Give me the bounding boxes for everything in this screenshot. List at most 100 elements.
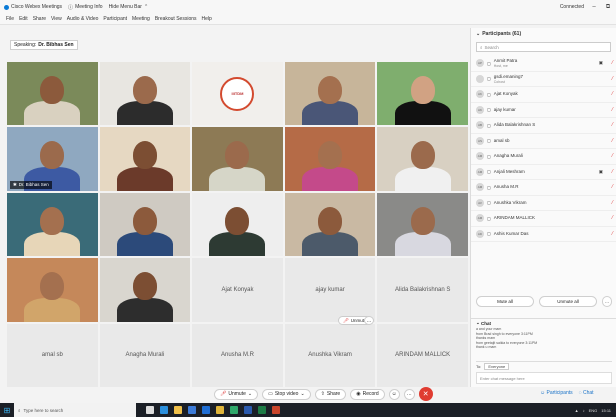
mail-icon[interactable] — [202, 406, 210, 414]
participant-row[interactable]: AK ▢ ajay kumar ⁄ — [471, 103, 616, 118]
participant-tile[interactable]: ajay kumar — [284, 258, 376, 322]
floating-more-button[interactable]: … — [364, 316, 374, 325]
mic-muted-icon[interactable]: ⁄ — [612, 122, 613, 128]
participant-row[interactable]: AK ▢ Ajat Konyak ⁄ — [471, 87, 616, 103]
taskbar-search[interactable]: ⌕ Type here to search — [14, 403, 136, 417]
participant-video-tile[interactable] — [99, 62, 191, 126]
participant-video-tile[interactable] — [99, 258, 191, 322]
mic-muted-icon[interactable]: ⁄ — [612, 91, 613, 97]
active-speaker-tile[interactable]: ✱ Dr. Bibhas Sen — [7, 127, 98, 191]
chat-message-input[interactable]: Enter chat message here — [476, 372, 612, 384]
participant-row[interactable]: AV ▢ Anushka Vikram ⁄ — [471, 196, 616, 211]
mic-muted-icon[interactable]: ⁄ — [612, 138, 613, 144]
participant-row[interactable]: AM ▢ ARINDAM MALLICK ⁄ — [471, 211, 616, 227]
participant-row[interactable]: AD ▢ Ashis Kumar Das ⁄ — [471, 227, 616, 242]
hide-menu-bar-button[interactable]: Hide Menu Bar ⌃ — [109, 4, 149, 10]
participant-video-tile[interactable] — [192, 127, 283, 191]
person-silhouette — [209, 232, 266, 257]
unmute-all-button[interactable]: Unmute all — [539, 296, 597, 307]
panel-more-button[interactable]: … — [602, 296, 612, 307]
chat-header[interactable]: ⌄ Chat — [471, 319, 616, 327]
mic-muted-icon[interactable]: ⁄ — [612, 76, 613, 82]
mic-muted-icon[interactable]: ⁄ — [612, 169, 613, 175]
meeting-info-button[interactable]: ⓘ Meeting Info — [68, 4, 103, 11]
menu-file[interactable]: File — [6, 16, 14, 22]
participant-video-tile[interactable] — [7, 258, 98, 322]
participant-tile[interactable]: ARINDAM MALLICK — [377, 323, 468, 387]
powerpoint-icon[interactable] — [272, 406, 280, 414]
menu-help[interactable]: Help — [202, 16, 212, 22]
participant-row[interactable]: ▢ gsdi.emaning7 Cohost ⁄ — [471, 72, 616, 87]
more-options-button[interactable]: … — [403, 388, 415, 400]
participant-video-tile[interactable] — [7, 192, 98, 257]
participant-video-tile[interactable] — [192, 192, 283, 257]
participant-video-tile[interactable] — [377, 192, 468, 257]
task-view-icon[interactable] — [146, 406, 154, 414]
chrome-icon[interactable] — [216, 406, 224, 414]
end-meeting-button[interactable]: ✕ — [418, 387, 433, 401]
participant-search-input[interactable]: ⌕ Search — [476, 42, 611, 52]
network-icon[interactable]: ▲ — [575, 408, 579, 413]
participant-tile[interactable]: amal sb — [7, 323, 98, 387]
participant-tile[interactable]: Ajat Konyak — [192, 258, 283, 322]
volume-icon[interactable]: ♪ — [583, 408, 585, 413]
windows-start-icon[interactable]: ⊞ — [0, 403, 14, 417]
chat-toggle-button[interactable]: ◌ Chat — [579, 390, 594, 396]
person-silhouette — [116, 297, 173, 322]
store-icon[interactable] — [188, 406, 196, 414]
chat-message-line: thank u mam — [476, 345, 497, 349]
participant-video-tile[interactable] — [377, 127, 468, 191]
mute-all-button[interactable]: Mute all — [476, 296, 534, 307]
participant-video-tile[interactable] — [99, 127, 191, 191]
participants-toggle-button[interactable]: ☺ Participants — [540, 390, 573, 396]
minimize-icon[interactable]: – — [590, 4, 598, 10]
stop-video-button[interactable]: ▭ Stop video ⌄ — [262, 388, 311, 400]
participant-tile[interactable]: Anagha Murali — [99, 323, 191, 387]
menu-meeting[interactable]: Meeting — [132, 16, 150, 22]
share-button[interactable]: ⇧ Share — [314, 388, 347, 400]
participant-tile[interactable]: Anusha M.R — [192, 323, 283, 387]
mic-muted-icon[interactable]: ⁄ — [612, 184, 613, 190]
participant-row[interactable]: AS ▢ amal sb ⁄ — [471, 134, 616, 149]
participant-row[interactable]: AP ▢ Anmit Patra Host, me ▣ ⁄ — [471, 56, 616, 72]
chat-recipient-select[interactable]: Everyone — [484, 362, 510, 370]
menu-share[interactable]: Share — [33, 16, 46, 22]
participant-video-tile[interactable] — [7, 62, 98, 126]
participant-row[interactable]: AB ▢ Alida Balakrishnan S ⁄ — [471, 118, 616, 134]
participant-video-tile[interactable] — [284, 62, 376, 126]
menu-edit[interactable]: Edit — [19, 16, 28, 22]
participants-header[interactable]: ⌄ Participants (61) — [471, 28, 616, 39]
participant-tile[interactable]: Alida Balakrishnan S — [377, 258, 468, 322]
unmute-button[interactable]: 🎤︎ Unmute ⌄ — [214, 388, 259, 400]
menu-view[interactable]: View — [51, 16, 62, 22]
participant-video-tile[interactable] — [284, 127, 376, 191]
participant-video-tile[interactable] — [284, 192, 376, 257]
participant-row[interactable]: AM ▢ Anusha M.R ⁄ — [471, 180, 616, 196]
restore-icon[interactable]: ⧉ — [604, 4, 612, 11]
participant-row[interactable]: AM ▢ Anjali Meshram ▣ ⁄ — [471, 165, 616, 180]
mic-muted-icon[interactable]: ⁄ — [612, 200, 613, 206]
participant-video-tile[interactable]: IIITDM — [192, 62, 283, 126]
menu-audio-video[interactable]: Audio & Video — [67, 16, 99, 22]
mic-muted-icon[interactable]: ⁄ — [612, 107, 613, 113]
mic-muted-icon[interactable]: ⁄ — [612, 215, 613, 221]
excel-icon[interactable] — [258, 406, 266, 414]
file-explorer-icon[interactable] — [174, 406, 182, 414]
participant-tile[interactable]: Anushka Vikram — [284, 323, 376, 387]
participant-row[interactable]: AM ▢ Anagha Murali ⁄ — [471, 149, 616, 165]
reactions-button[interactable]: ☺ — [388, 388, 400, 400]
chat-to-label: To: — [476, 363, 482, 369]
menu-participant[interactable]: Participant — [103, 16, 127, 22]
word-icon[interactable] — [244, 406, 252, 414]
participant-video-tile[interactable] — [377, 62, 468, 126]
participant-video-tile[interactable] — [99, 192, 191, 257]
mic-muted-icon[interactable]: ⁄ — [612, 60, 613, 66]
menu-breakout[interactable]: Breakout Sessions — [155, 16, 197, 22]
language-indicator[interactable]: ENG — [589, 408, 598, 413]
record-button[interactable]: ◉ Record — [350, 388, 385, 400]
clock[interactable]: 15:11 — [601, 408, 611, 413]
edge-icon[interactable] — [160, 406, 168, 414]
mic-muted-icon[interactable]: ⁄ — [612, 153, 613, 159]
mic-muted-icon[interactable]: ⁄ — [612, 231, 613, 237]
webex-icon[interactable] — [230, 406, 238, 414]
